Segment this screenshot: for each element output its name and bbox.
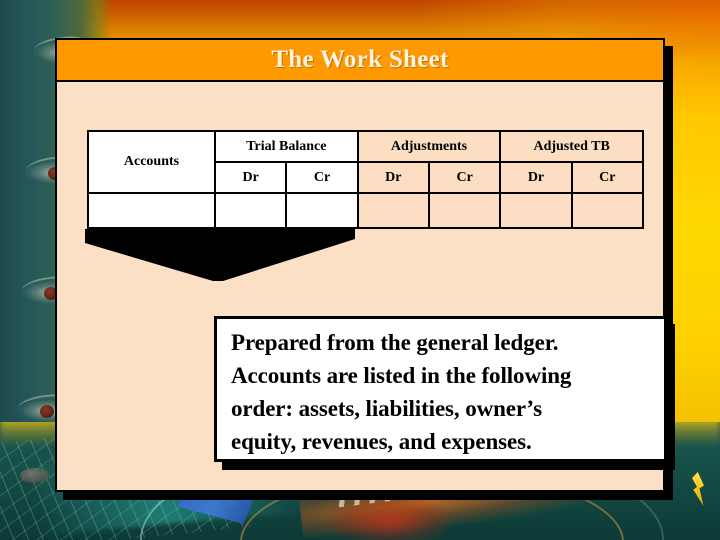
cell-accounts bbox=[87, 192, 216, 229]
callout-line-4: equity, revenues, and expenses. bbox=[231, 429, 532, 454]
column-header-accounts: Accounts bbox=[87, 130, 216, 194]
callout-pointer-triangle bbox=[85, 229, 355, 281]
cell-adj-cr bbox=[427, 192, 502, 229]
table-group-header-row: Accounts Trial Balance Adjustments Adjus… bbox=[87, 130, 644, 194]
cell-atb-cr bbox=[570, 192, 645, 229]
callout-line-1: Prepared from the general ledger. bbox=[231, 330, 559, 355]
column-header-adj-dr: Dr bbox=[356, 161, 430, 194]
column-header-atb-dr: Dr bbox=[499, 161, 573, 194]
slide-canvas: The Work Sheet Accounts Trial Balance Ad… bbox=[0, 0, 720, 540]
group-header-adjustments: Adjustments bbox=[356, 130, 502, 163]
cell-tb-dr bbox=[213, 192, 288, 229]
table-row bbox=[87, 192, 645, 229]
cell-tb-cr bbox=[285, 192, 359, 229]
callout-line-2: Accounts are listed in the following bbox=[231, 363, 572, 388]
group-header-adjusted-tb: Adjusted TB bbox=[499, 130, 644, 163]
slide-title: The Work Sheet bbox=[271, 46, 449, 73]
callout-box: Prepared from the general ledger. Accoun… bbox=[214, 316, 667, 462]
column-header-atb-cr: Cr bbox=[570, 161, 645, 194]
callout-line-3: order: assets, liabilities, owner’s bbox=[231, 396, 542, 421]
slide-title-bar: The Work Sheet bbox=[57, 40, 663, 82]
column-header-tb-cr: Cr bbox=[285, 161, 359, 194]
cell-adj-dr bbox=[356, 192, 430, 229]
content-panel: The Work Sheet Accounts Trial Balance Ad… bbox=[55, 38, 675, 492]
cell-atb-dr bbox=[499, 192, 573, 229]
column-header-tb-dr: Dr bbox=[213, 161, 288, 194]
column-header-adj-cr: Cr bbox=[427, 161, 502, 194]
group-header-trial-balance: Trial Balance bbox=[214, 130, 359, 163]
work-sheet-table: Accounts Trial Balance Adjustments Adjus… bbox=[87, 130, 645, 229]
